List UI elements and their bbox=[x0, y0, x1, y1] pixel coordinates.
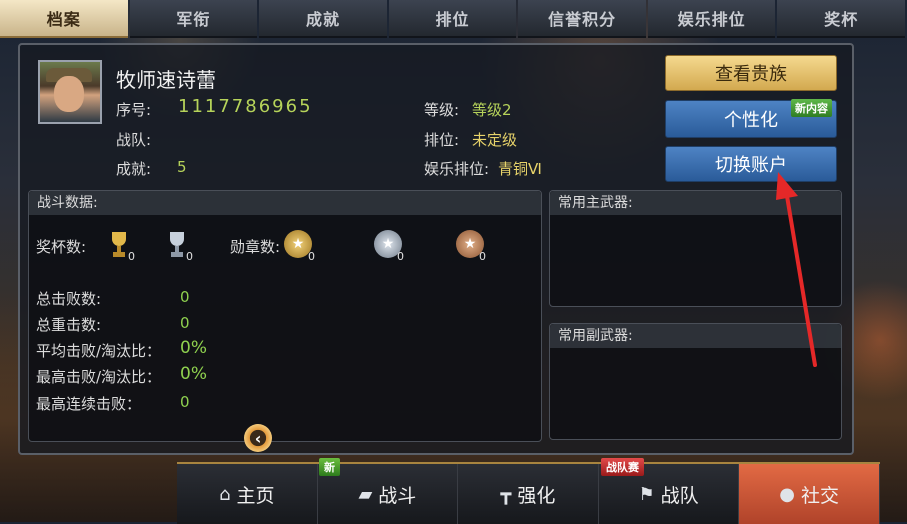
new-content-badge: 新内容 bbox=[791, 99, 832, 117]
tab-reputation[interactable]: 信誉积分 bbox=[518, 0, 646, 38]
serial-label: 序号: bbox=[116, 101, 152, 119]
gold-trophy-count: 0 bbox=[128, 250, 135, 263]
trophy-count-label: 奖杯数: bbox=[36, 238, 87, 256]
tab-profile[interactable]: 档案 bbox=[0, 0, 128, 38]
fun-rank-label: 娱乐排位: bbox=[424, 160, 490, 178]
nav-upgrade[interactable]: ┳ 强化 bbox=[458, 464, 599, 524]
achievement-value: 5 bbox=[177, 158, 187, 176]
tab-bar: 档案 军衔 成就 排位 信誉积分 娱乐排位 奖杯 bbox=[0, 0, 907, 40]
tab-achievements[interactable]: 成就 bbox=[259, 0, 387, 38]
stat-label: 最高击败/淘汰比： bbox=[36, 368, 162, 386]
stat-value: 0 bbox=[180, 288, 190, 306]
achievement-label: 成就: bbox=[116, 160, 152, 178]
team-battle-badge: 战队赛 bbox=[601, 458, 644, 476]
level-value: 等级2 bbox=[472, 101, 512, 119]
tab-fun-rank[interactable]: 娱乐排位 bbox=[647, 0, 776, 38]
rank-value: 未定级 bbox=[472, 131, 518, 149]
bronze-medal-count: 0 bbox=[479, 250, 486, 263]
tab-trophies[interactable]: 奖杯 bbox=[777, 0, 906, 38]
nav-social-label: 社交 bbox=[801, 484, 840, 507]
primary-weapon-box[interactable]: 常用主武器: bbox=[549, 190, 842, 307]
personalize-label: 个性化 bbox=[724, 110, 778, 131]
home-icon: ⌂ bbox=[219, 483, 231, 505]
stat-value: 0 bbox=[180, 393, 190, 411]
nav-home[interactable]: ⌂ 主页 bbox=[177, 464, 318, 524]
chevron-left-icon[interactable]: ‹ bbox=[244, 424, 272, 452]
fun-rank-value: 青铜Ⅵ bbox=[498, 160, 542, 178]
team-label: 战队: bbox=[116, 131, 152, 149]
tab-ranked[interactable]: 排位 bbox=[388, 0, 517, 38]
silver-medal-count: 0 bbox=[397, 250, 404, 263]
stat-value: 0 bbox=[180, 314, 190, 332]
stat-value: 0% bbox=[180, 364, 207, 384]
nav-upgrade-label: 强化 bbox=[517, 484, 556, 507]
nav-social[interactable]: ● 社交 bbox=[739, 464, 880, 524]
silver-trophy-icon bbox=[168, 232, 186, 258]
silver-trophy-count: 0 bbox=[186, 250, 193, 263]
serial-value: 1117786965 bbox=[178, 96, 313, 117]
avatar[interactable] bbox=[38, 60, 102, 124]
nav-battle-label: 战斗 bbox=[378, 484, 417, 507]
gold-trophy-icon bbox=[110, 232, 128, 258]
stat-label: 最高连续击败： bbox=[36, 395, 142, 413]
nav-team-label: 战队 bbox=[660, 484, 699, 507]
stat-label: 总重击数: bbox=[36, 316, 102, 334]
personalize-button[interactable]: 个性化 新内容 bbox=[665, 99, 837, 138]
avatar-face bbox=[54, 76, 84, 112]
gun-icon: ▰ bbox=[358, 483, 373, 505]
battle-data-title: 战斗数据: bbox=[29, 191, 541, 215]
new-badge: 新 bbox=[319, 458, 340, 476]
medal-count-label: 勋章数: bbox=[230, 238, 281, 256]
flag-icon: ⚑ bbox=[638, 483, 655, 505]
player-name: 牧师速诗蕾 bbox=[116, 68, 216, 92]
nav-home-label: 主页 bbox=[236, 484, 275, 507]
view-noble-button[interactable]: 查看贵族 bbox=[665, 55, 837, 91]
stat-label: 平均击败/淘汰比： bbox=[36, 342, 162, 360]
rank-label: 排位: bbox=[424, 131, 460, 149]
switch-account-button[interactable]: 切换账户 bbox=[665, 146, 837, 182]
secondary-weapon-box[interactable]: 常用副武器: bbox=[549, 323, 842, 440]
tab-rank-title[interactable]: 军衔 bbox=[129, 0, 258, 38]
stat-label: 总击败数: bbox=[36, 290, 102, 308]
bottom-nav: ⌂ 主页 ▰ 战斗 ┳ 强化 ⚑ 战队 ● 社交 新 战队赛 bbox=[177, 458, 880, 524]
level-label: 等级: bbox=[424, 101, 460, 119]
secondary-weapon-title: 常用副武器: bbox=[550, 324, 841, 348]
stat-value: 0% bbox=[180, 338, 207, 358]
hammer-icon: ┳ bbox=[500, 483, 512, 505]
gold-medal-count: 0 bbox=[308, 250, 315, 263]
people-icon: ● bbox=[779, 483, 796, 505]
primary-weapon-title: 常用主武器: bbox=[550, 191, 841, 215]
